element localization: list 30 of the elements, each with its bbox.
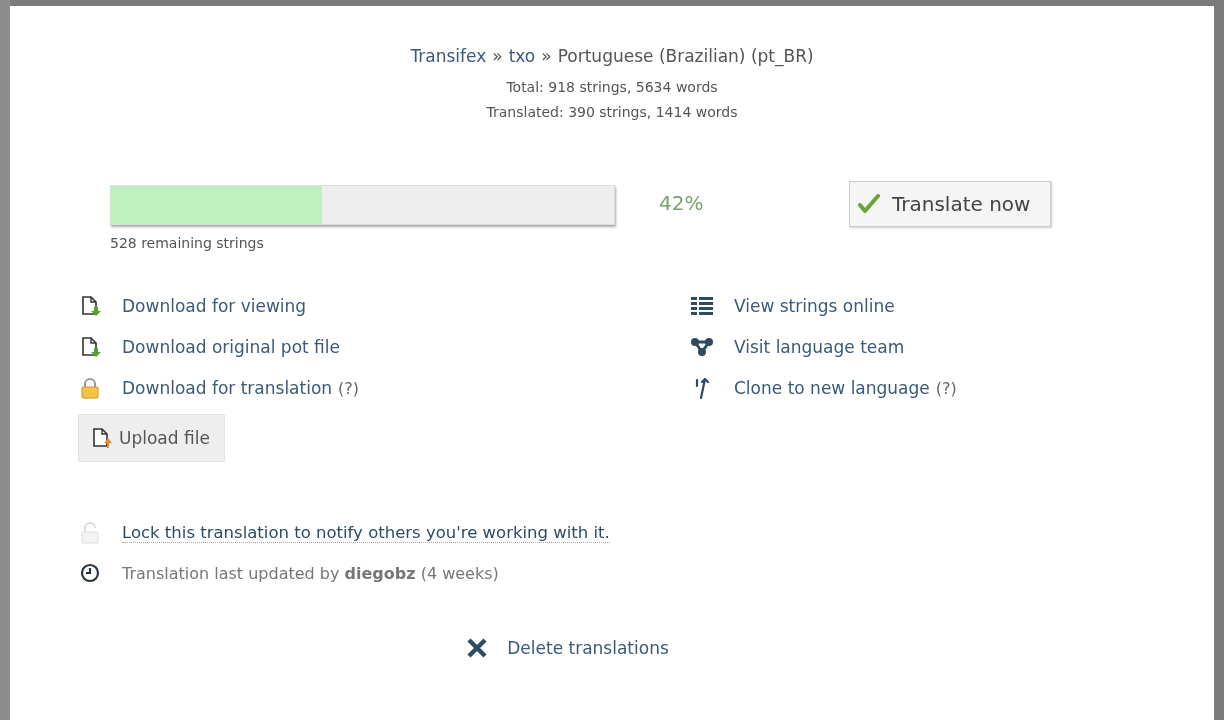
clock-icon (78, 563, 102, 583)
delete-translations-link[interactable]: Delete translations (465, 636, 669, 660)
action-link[interactable]: Download for viewing (122, 296, 307, 316)
stats-text: Total: 918 strings, 5634 words (505, 78, 719, 97)
stats-text: Translated: 390 strings, 1414 words (485, 103, 739, 122)
percent-text: 42% (659, 191, 705, 215)
translate-now-button[interactable]: Translate now (849, 181, 1052, 227)
action-link[interactable]: Download original pot file (122, 337, 340, 357)
padlock-icon (78, 377, 102, 399)
unlocked-padlock-icon (78, 522, 102, 544)
file-upload-icon (91, 427, 113, 449)
action-link[interactable]: Download for translation (122, 378, 333, 398)
close-icon (465, 636, 490, 660)
breadcrumb-link[interactable]: txo (508, 46, 536, 66)
checkmark-icon (858, 194, 880, 214)
help-link[interactable]: (?) (935, 378, 957, 398)
last-updated-text: Translation last updated by diegobz (4 weeks) (122, 563, 499, 583)
breadcrumb-current: Portuguese (Brazilian) (pt_BR) (557, 46, 814, 66)
help-link[interactable]: (?) (338, 378, 360, 398)
breadcrumb-link[interactable]: Transifex (410, 46, 487, 66)
action-link[interactable]: Visit language team (734, 337, 905, 357)
network-icon (690, 337, 714, 357)
breadcrumb-separator: » (541, 46, 552, 66)
lock-translation-link[interactable]: Lock this translation to notify others you're working with it. (122, 523, 610, 543)
action-link[interactable]: View strings online (734, 296, 895, 316)
breadcrumb-separator: » (492, 46, 503, 66)
remaining-text: 528 remaining strings (110, 235, 265, 251)
list-icon (690, 296, 714, 316)
action-link[interactable]: Clone to new language (734, 378, 930, 398)
upload-file-button[interactable]: Upload file (78, 414, 225, 462)
